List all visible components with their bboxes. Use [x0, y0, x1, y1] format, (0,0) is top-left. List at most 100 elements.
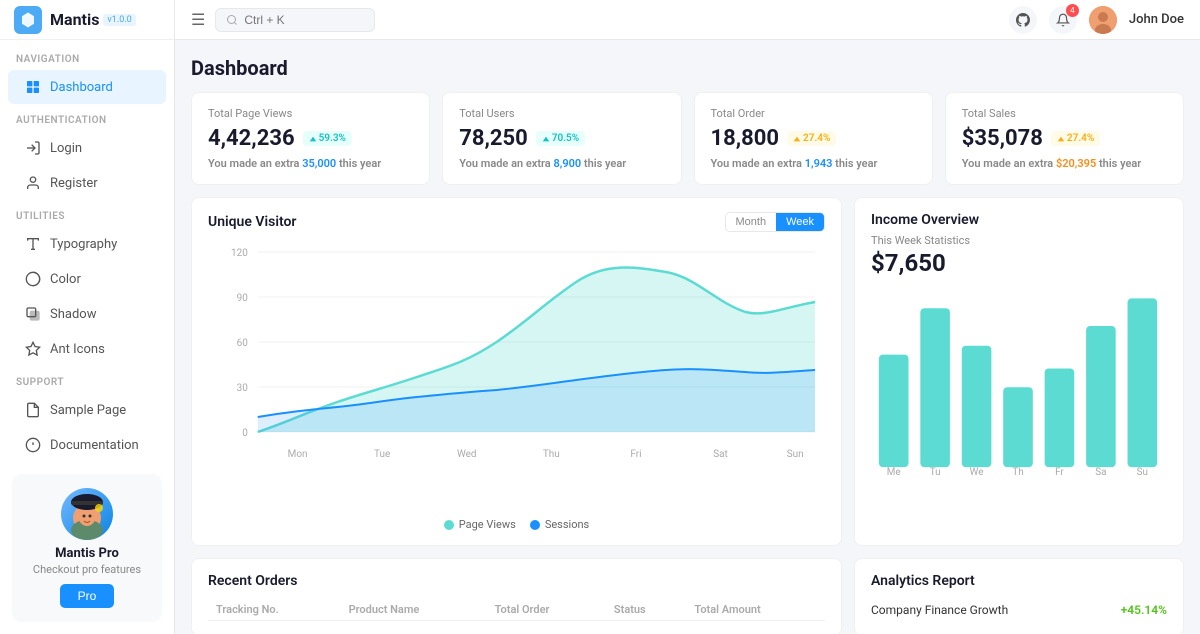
sidebar-item-ant-icons[interactable]: Ant Icons [8, 332, 166, 366]
content-area: Dashboard Total Page Views 4,42,236 59.3… [175, 40, 1200, 634]
page-title: Dashboard [191, 56, 1184, 80]
legend-label: Page Views [459, 518, 516, 531]
unique-visitor-card: Unique Visitor Month Week [191, 197, 842, 546]
svg-text:0: 0 [242, 428, 248, 439]
legend-dot-page-views [444, 520, 454, 530]
col-total-amount: Total Amount [686, 599, 825, 621]
svg-text:Fr: Fr [1055, 467, 1064, 477]
login-icon [24, 139, 42, 157]
main-area: ☰ 4 John Doe Dashboard [175, 0, 1200, 634]
legend-page-views: Page Views [444, 518, 516, 531]
search-input[interactable] [244, 13, 344, 27]
recent-orders-card: Recent Orders Tracking No. Product Name … [191, 558, 842, 634]
promo-subtitle: Checkout pro features [26, 563, 148, 576]
sidebar: Mantis v1.0.0 Navigation Dashboard Authe… [0, 0, 175, 634]
sidebar-item-label: Documentation [50, 438, 139, 453]
sidebar-item-color[interactable]: Color [8, 262, 166, 296]
menu-icon[interactable]: ☰ [191, 10, 205, 29]
stat-value-row: $35,078 27.4% [962, 126, 1167, 151]
sidebar-item-label: Login [50, 141, 82, 156]
income-stats-label: This Week Statistics [871, 234, 1167, 247]
legend-label: Sessions [545, 518, 589, 531]
stat-label: Total Sales [962, 107, 1167, 120]
search-box[interactable] [215, 8, 375, 32]
sidebar-header: Mantis v1.0.0 [0, 0, 174, 40]
svg-text:120: 120 [231, 248, 248, 259]
legend-sessions: Sessions [530, 518, 589, 531]
promo-button[interactable]: Pro [60, 584, 115, 608]
sidebar-item-label: Shadow [50, 307, 96, 322]
sidebar-item-dashboard[interactable]: Dashboard [8, 70, 166, 104]
sidebar-item-label: Ant Icons [50, 342, 105, 357]
toggle-week[interactable]: Week [776, 213, 824, 231]
nav-section-support: Support [0, 367, 174, 392]
sidebar-item-shadow[interactable]: Shadow [8, 297, 166, 331]
income-amount: $7,650 [871, 249, 1167, 277]
stat-card-users: Total Users 78,250 70.5% You made an ext… [442, 92, 681, 185]
svg-text:Thu: Thu [543, 449, 560, 460]
typography-icon [24, 235, 42, 253]
analytics-title: Analytics Report [871, 573, 1167, 589]
sample-page-icon [24, 401, 42, 419]
sidebar-item-label: Register [50, 176, 98, 191]
toggle-month[interactable]: Month [726, 213, 777, 231]
bottom-row: Recent Orders Tracking No. Product Name … [191, 558, 1184, 634]
color-icon [24, 270, 42, 288]
chart-legend: Page Views Sessions [208, 518, 825, 531]
logo-icon [14, 6, 42, 34]
register-icon [24, 174, 42, 192]
svg-text:Sun: Sun [787, 449, 804, 460]
svg-text:Su: Su [1137, 467, 1148, 477]
stat-footer: You made an extra 8,900 this year [459, 157, 664, 170]
sidebar-promo: Mantis Pro Checkout pro features Pro [12, 474, 162, 622]
stat-card-sales: Total Sales $35,078 27.4% You made an ex… [945, 92, 1184, 185]
nav-section-utilities: Utilities [0, 201, 174, 226]
sidebar-item-label: Dashboard [50, 80, 113, 95]
income-bar-chart: Me Tu We Th Fr Sa Su [871, 287, 1167, 477]
ant-icons-icon [24, 340, 42, 358]
stat-footer: You made an extra $20,395 this year [962, 157, 1167, 170]
svg-text:Tu: Tu [930, 467, 941, 477]
search-icon [226, 14, 238, 26]
table-header: Tracking No. Product Name Total Order St… [208, 599, 825, 621]
col-total-order: Total Order [487, 599, 606, 621]
orders-table: Tracking No. Product Name Total Order St… [208, 599, 825, 621]
svg-text:Wed: Wed [457, 449, 477, 460]
notification-badge: 4 [1066, 4, 1079, 17]
svg-text:Tue: Tue [374, 449, 390, 460]
stat-label: Total Order [711, 107, 916, 120]
stat-badge: 59.3% [303, 131, 352, 146]
svg-text:Mon: Mon [288, 449, 308, 460]
sidebar-item-typography[interactable]: Typography [8, 227, 166, 261]
stat-footer: You made an extra 1,943 this year [711, 157, 916, 170]
stats-row: Total Page Views 4,42,236 59.3% You made… [191, 92, 1184, 185]
line-chart: 120 90 60 30 0 Mon Tue Wed Thu Fri Sat S… [208, 242, 825, 512]
sidebar-item-sample-page[interactable]: Sample Page [8, 393, 166, 427]
notification-button[interactable]: 4 [1049, 6, 1077, 34]
documentation-icon [24, 436, 42, 454]
stat-value: 18,800 [711, 126, 780, 151]
stat-value: $35,078 [962, 126, 1043, 151]
sidebar-item-login[interactable]: Login [8, 131, 166, 165]
sidebar-item-label: Typography [50, 237, 117, 252]
svg-text:Sa: Sa [1095, 467, 1106, 477]
svg-text:Th: Th [1012, 467, 1023, 477]
recent-orders-title: Recent Orders [208, 573, 825, 589]
svg-text:90: 90 [237, 293, 249, 304]
github-button[interactable] [1009, 6, 1037, 34]
sidebar-item-label: Sample Page [50, 403, 126, 418]
income-title: Income Overview [871, 212, 1167, 228]
app-version: v1.0.0 [103, 14, 135, 26]
analytics-row: Company Finance Growth +45.14% [871, 599, 1167, 621]
sidebar-item-documentation[interactable]: Documentation [8, 428, 166, 462]
nav-section-navigation: Navigation [0, 44, 174, 69]
svg-text:Sat: Sat [713, 449, 728, 460]
sidebar-item-register[interactable]: Register [8, 166, 166, 200]
stat-value-row: 4,42,236 59.3% [208, 126, 413, 151]
income-overview-card: Income Overview This Week Statistics $7,… [854, 197, 1184, 546]
shadow-icon [24, 305, 42, 323]
legend-dot-sessions [530, 520, 540, 530]
stat-badge: 70.5% [536, 131, 585, 146]
dashboard-icon [24, 78, 42, 96]
svg-text:60: 60 [237, 338, 249, 349]
